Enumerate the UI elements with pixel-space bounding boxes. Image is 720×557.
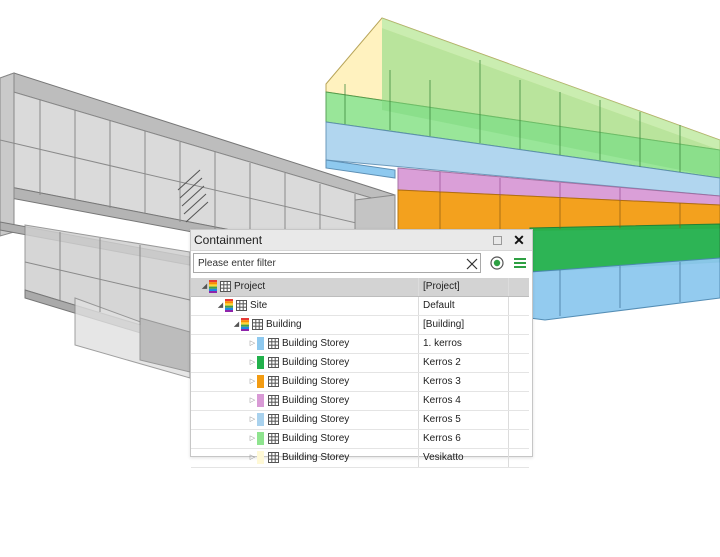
tree-row[interactable]: ▷ Building Storey Kerros 2 (191, 354, 529, 373)
value-cell: Kerros 5 (419, 411, 509, 429)
value-cell: Kerros 4 (419, 392, 509, 410)
containment-tree: ◢ Project [Project] ◢ Site Default ◢ Buildin… (191, 278, 529, 468)
collapse-arrow-icon[interactable]: ▷ (249, 435, 256, 442)
containment-panel: Containment ✕ Please enter filter ◢ Proj… (190, 229, 533, 468)
node-label: Building Storey (282, 433, 350, 444)
node-label: Building Storey (282, 414, 350, 425)
panel-title: Containment (194, 233, 263, 247)
name-cell: ▷ Building Storey (191, 411, 419, 429)
extra-cell (510, 392, 529, 410)
close-button[interactable]: ✕ (512, 231, 526, 249)
collapse-arrow-icon[interactable]: ▷ (249, 359, 256, 366)
collapse-arrow-icon[interactable]: ▷ (249, 416, 256, 423)
grid-icon (236, 300, 247, 311)
tree-row[interactable]: ◢ Building [Building] (191, 316, 529, 335)
name-cell: ◢ Site (191, 297, 419, 315)
grid-icon (268, 395, 279, 406)
collapse-arrow-icon[interactable]: ▷ (249, 397, 256, 404)
value-cell: Kerros 3 (419, 373, 509, 391)
expand-arrow-icon[interactable]: ◢ (217, 302, 224, 309)
restore-button[interactable] (493, 236, 502, 245)
name-cell: ▷ Building Storey (191, 373, 419, 391)
grid-icon (268, 357, 279, 368)
value-cell: Default (419, 297, 509, 315)
extra-cell (510, 335, 529, 353)
extra-cell (510, 373, 529, 391)
tree-row[interactable]: ▷ Building Storey Kerros 3 (191, 373, 529, 392)
name-cell: ◢ Building (191, 316, 419, 334)
collapse-arrow-icon[interactable]: ▷ (249, 454, 256, 461)
name-cell: ▷ Building Storey (191, 335, 419, 353)
value-cell: Vesikatto (419, 449, 509, 467)
extra-cell (510, 411, 529, 429)
name-cell: ◢ Project (191, 278, 419, 296)
expand-arrow-icon[interactable]: ◢ (201, 283, 208, 290)
node-label: Project (234, 281, 266, 292)
value-cell: Kerros 2 (419, 354, 509, 372)
tree-row-project[interactable]: ◢ Project [Project] (191, 278, 529, 297)
clear-filter-icon[interactable] (466, 258, 478, 270)
filter-input[interactable]: Please enter filter (193, 253, 481, 273)
extra-cell (510, 449, 529, 467)
grid-icon (268, 414, 279, 425)
expand-arrow-icon[interactable]: ◢ (233, 321, 240, 328)
collapse-arrow-icon[interactable]: ▷ (249, 340, 256, 347)
filter-bar: Please enter filter (191, 251, 532, 277)
extra-cell (510, 354, 529, 372)
value-cell: [Building] (419, 316, 509, 334)
tree-row[interactable]: ◢ Site Default (191, 297, 529, 316)
tree-row[interactable]: ▷ Building Storey Kerros 4 (191, 392, 529, 411)
grid-icon (252, 319, 263, 330)
name-cell: ▷ Building Storey (191, 392, 419, 410)
name-cell: ▷ Building Storey (191, 430, 419, 448)
node-label: Site (250, 300, 268, 311)
node-label: Building Storey (282, 395, 350, 406)
filter-placeholder: Please enter filter (198, 258, 276, 269)
node-label: Building Storey (282, 357, 350, 368)
node-label: Building Storey (282, 376, 350, 387)
storey-color-swatch (257, 356, 264, 369)
node-label: Building Storey (282, 338, 350, 349)
extra-cell (510, 430, 529, 448)
node-label: Building Storey (282, 452, 350, 463)
tree-row[interactable]: ▷ Building Storey Vesikatto (191, 449, 529, 468)
grid-icon (268, 338, 279, 349)
name-cell: ▷ Building Storey (191, 354, 419, 372)
tree-row[interactable]: ▷ Building Storey Kerros 6 (191, 430, 529, 449)
node-label: Building (266, 319, 302, 330)
grid-icon (220, 281, 231, 292)
storey-color-swatch (257, 394, 264, 407)
extra-cell (510, 278, 529, 296)
grid-icon (268, 452, 279, 463)
collapse-arrow-icon[interactable]: ▷ (249, 378, 256, 385)
grid-icon (268, 433, 279, 444)
value-cell: [Project] (419, 278, 509, 296)
tree-row[interactable]: ▷ Building Storey 1. kerros (191, 335, 529, 354)
storey-color-swatch (257, 375, 264, 388)
target-icon[interactable] (490, 256, 504, 270)
grid-icon (268, 376, 279, 387)
menu-icon[interactable] (514, 258, 526, 268)
rainbow-icon (225, 299, 233, 312)
name-cell: ▷ Building Storey (191, 449, 419, 467)
storey-color-swatch (257, 413, 264, 426)
rainbow-icon (241, 318, 249, 331)
storey-color-swatch (257, 432, 264, 445)
tree-row[interactable]: ▷ Building Storey Kerros 5 (191, 411, 529, 430)
panel-titlebar[interactable]: Containment ✕ (191, 230, 532, 251)
value-cell: 1. kerros (419, 335, 509, 353)
storey-color-swatch (257, 451, 264, 464)
extra-cell (510, 316, 529, 334)
value-cell: Kerros 6 (419, 430, 509, 448)
rainbow-icon (209, 280, 217, 293)
storey-color-swatch (257, 337, 264, 350)
extra-cell (510, 297, 529, 315)
